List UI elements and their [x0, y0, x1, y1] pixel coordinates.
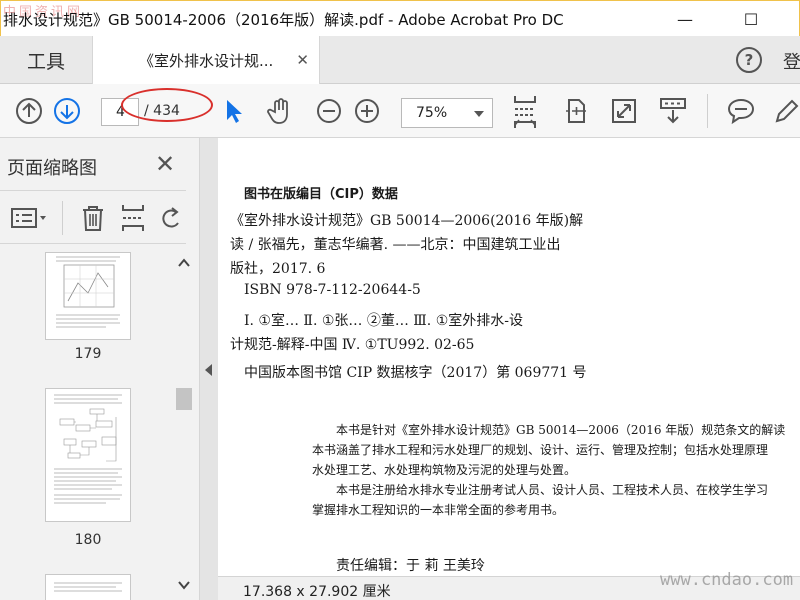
cip-line: 版社，2017. 6: [230, 261, 326, 277]
tab-document-label: 《室外排水设计规...: [139, 51, 274, 70]
cip-line: 中国版本图书馆 CIP 数据核字（2017）第 069771 号: [244, 365, 587, 381]
cip-line: 《室外排水设计规范》GB 50014—2006(2016 年版)解: [230, 213, 584, 229]
zoom-dropdown[interactable]: 75%: [401, 98, 493, 128]
page-size-readout: 17.368 x 27.902 厘米: [243, 584, 391, 600]
tab-close-icon[interactable]: ✕: [296, 51, 309, 69]
cip-line: ISBN 978-7-112-20644-5: [244, 282, 421, 298]
page-number-input[interactable]: 4: [101, 98, 139, 126]
minimize-button[interactable]: —: [665, 5, 705, 33]
intro-line: 水处理工艺、水处理构筑物及污泥的处理与处置。: [312, 463, 577, 477]
comment-icon[interactable]: [726, 96, 756, 126]
page-total: / 434: [144, 103, 180, 119]
tab-tools[interactable]: 工具: [0, 36, 92, 84]
zoom-in-icon[interactable]: [352, 96, 382, 126]
thumbnail-options-icon[interactable]: [10, 203, 48, 233]
toolbar: 4 / 434 75%: [0, 84, 800, 138]
thumbnail-preview-image: [56, 256, 120, 328]
tab-bar: 工具 《室外排水设计规... ✕ ? 登: [0, 36, 800, 84]
collapse-arrow-icon[interactable]: [205, 364, 212, 376]
tab-document[interactable]: 《室外排水设计规... ✕: [92, 36, 320, 84]
editor-line: 责任编辑：于 莉 王美玲: [336, 558, 485, 574]
edit-pen-icon[interactable]: [772, 96, 800, 126]
thumbnail-list[interactable]: 179 180: [0, 244, 200, 600]
intro-line: 掌握排水工程知识的一本非常全面的参考用书。: [312, 503, 565, 517]
window-title: 排水设计规范》GB 50014-2006（2016年版）解读.pdf - Ado…: [3, 11, 564, 29]
help-icon[interactable]: ?: [736, 47, 762, 73]
intro-line: 本书是注册给水排水专业注册考试人员、设计人员、工程技术人员、在校学生学习: [336, 483, 769, 497]
thumbnail-sidebar: 页面缩略图 ✕ 179 180: [0, 138, 200, 600]
thumbnail-page[interactable]: [45, 252, 131, 340]
prev-page-icon[interactable]: [14, 96, 44, 126]
login-link[interactable]: 登: [783, 48, 800, 74]
title-bar: 中国资讯网 排水设计规范》GB 50014-2006（2016年版）解读.pdf…: [0, 0, 800, 36]
zoom-value: 75%: [416, 105, 448, 121]
thumbnail-preview-image: [54, 582, 122, 592]
intro-line: 本书涵盖了排水工程和污水处理厂的规划、设计、运行、管理及控制；包括水处理原理: [312, 443, 769, 457]
read-mode-icon[interactable]: [658, 96, 688, 126]
document-page[interactable]: 图书在版编目（CIP）数据 《室外排水设计规范》GB 50014—2006(20…: [218, 138, 800, 600]
sidebar-separator: [62, 201, 63, 235]
thumbnail-label: 179: [74, 346, 102, 362]
select-arrow-icon[interactable]: [218, 96, 248, 126]
toolbar-separator: [707, 94, 708, 128]
intro-line: 本书是针对《室外排水设计规范》GB 50014—2006（2016 年版）规范条…: [336, 423, 786, 437]
delete-page-icon[interactable]: [78, 203, 108, 233]
thumbnail-preview-image: [54, 394, 122, 504]
cip-line: Ⅰ. ①室… Ⅱ. ①张… ②董… Ⅲ. ①室外排水-设: [244, 313, 523, 329]
rotate-page-icon[interactable]: [158, 203, 184, 233]
maximize-button[interactable]: ☐: [731, 5, 771, 33]
fit-page-icon[interactable]: [560, 96, 590, 126]
sidebar-toolbar: [0, 190, 186, 244]
watermark-bottom: www.cndao.com: [660, 570, 794, 590]
cip-line: 读 / 张福先，董志华编著. ——北京：中国建筑工业出: [230, 237, 561, 253]
scroll-mode-icon[interactable]: [510, 94, 540, 130]
fullscreen-icon[interactable]: [609, 96, 639, 126]
cip-heading: 图书在版编目（CIP）数据: [244, 187, 398, 202]
sidebar-scrollbar[interactable]: [174, 248, 194, 600]
sidebar-scroll-thumb[interactable]: [176, 388, 192, 410]
thumbnail-page[interactable]: [45, 574, 131, 600]
next-page-icon[interactable]: [52, 96, 82, 126]
cip-line: 计规范-解释-中国 Ⅳ. ①TU992. 02-65: [230, 337, 475, 353]
hand-icon[interactable]: [265, 96, 295, 126]
thumbnail-label: 180: [74, 532, 102, 548]
extract-page-icon[interactable]: [118, 203, 148, 233]
sidebar-title: 页面缩略图: [7, 158, 97, 179]
sidebar-close-icon[interactable]: ✕: [155, 152, 175, 176]
thumbnail-page[interactable]: [45, 388, 131, 522]
chevron-down-icon: [474, 111, 484, 117]
zoom-out-icon[interactable]: [314, 96, 344, 126]
